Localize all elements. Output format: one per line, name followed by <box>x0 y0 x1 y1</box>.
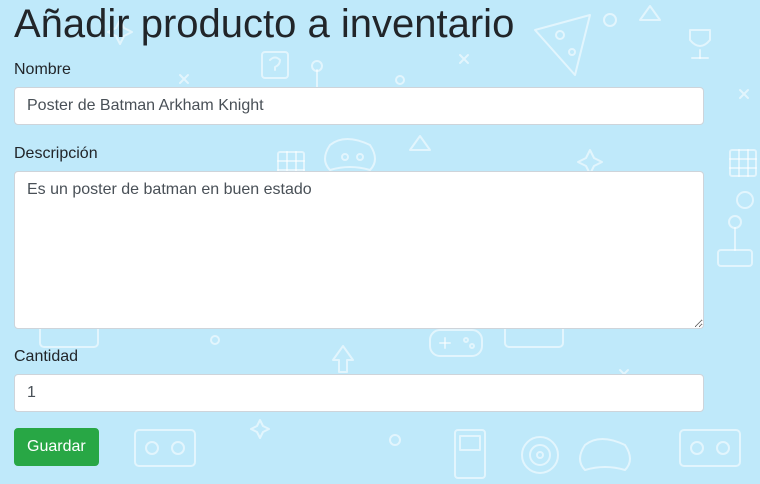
nombre-label: Nombre <box>14 61 71 78</box>
guardar-button[interactable]: Guardar <box>14 428 99 466</box>
descripcion-textarea[interactable]: Es un poster de batman en buen estado <box>14 171 704 329</box>
nombre-input[interactable] <box>14 87 704 125</box>
cube-right-doodle-icon <box>729 149 757 177</box>
arcade-stick-doodle-icon <box>717 215 753 267</box>
add-product-form: Añadir producto a inventario Nombre Desc… <box>0 0 704 466</box>
descripcion-label: Descripción <box>14 145 98 162</box>
page-title: Añadir producto a inventario <box>14 2 515 46</box>
cantidad-input[interactable] <box>14 374 704 412</box>
cantidad-label: Cantidad <box>14 348 79 365</box>
